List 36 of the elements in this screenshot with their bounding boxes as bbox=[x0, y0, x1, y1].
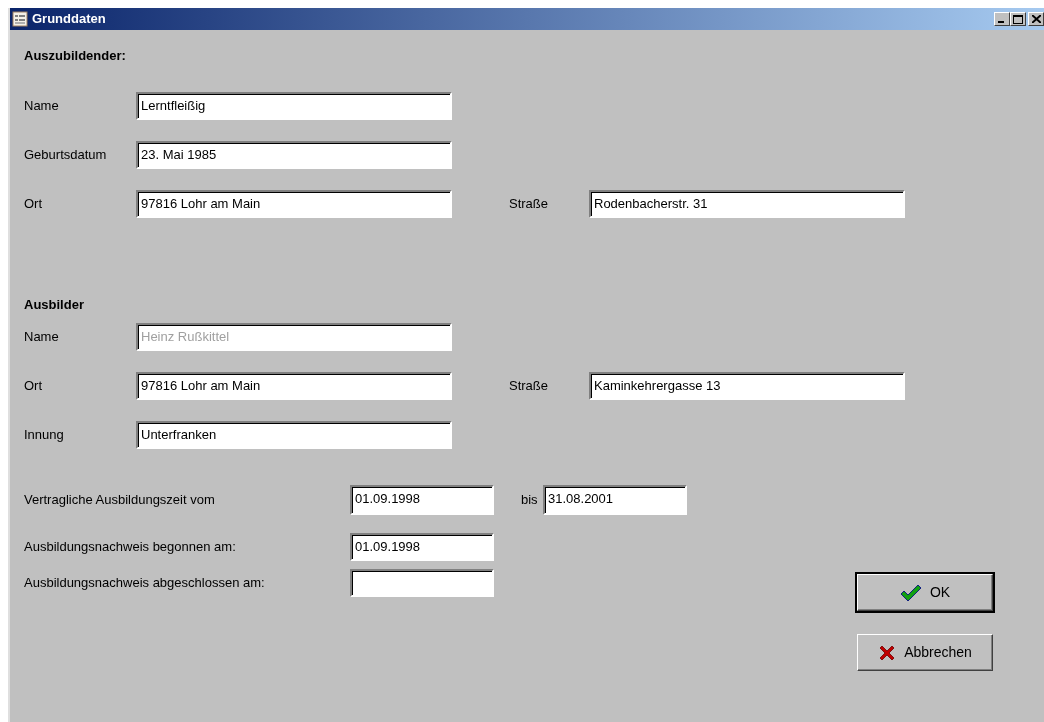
checkmark-icon bbox=[899, 583, 922, 602]
field-label: Straße bbox=[509, 377, 549, 396]
cancel-button[interactable]: Abbrechen bbox=[857, 634, 993, 671]
field-label: Ort bbox=[24, 195, 44, 214]
text-field[interactable]: 97816 Lohr am Main bbox=[136, 190, 452, 218]
date-field[interactable] bbox=[350, 569, 494, 597]
close-icon bbox=[1031, 15, 1041, 23]
close-button[interactable] bbox=[1028, 12, 1044, 26]
date-field[interactable]: 31.08.2001 bbox=[543, 485, 687, 515]
window-icon bbox=[12, 11, 28, 27]
window-title: Grunddaten bbox=[32, 10, 106, 29]
date-field[interactable]: 01.09.1998 bbox=[350, 533, 494, 561]
cross-icon bbox=[878, 643, 897, 662]
date-field[interactable]: 01.09.1998 bbox=[350, 485, 494, 515]
field-label: Name bbox=[24, 328, 60, 347]
field-label: Ort bbox=[24, 377, 44, 396]
text-field[interactable]: Kaminkehrergasse 13 bbox=[589, 372, 905, 400]
minimize-button[interactable] bbox=[994, 12, 1010, 26]
field-label: Innung bbox=[24, 426, 65, 445]
field-label: Geburtsdatum bbox=[24, 146, 108, 165]
text-field[interactable]: Rodenbacherstr. 31 bbox=[589, 190, 905, 218]
field-label: Vertragliche Ausbildungszeit vom bbox=[24, 491, 216, 510]
text-field[interactable]: 23. Mai 1985 bbox=[136, 141, 452, 169]
field-label: Ausbildungsnachweis abgeschlossen am: bbox=[24, 574, 266, 593]
section-heading: Ausbilder bbox=[24, 297, 85, 313]
ok-button[interactable]: OK bbox=[857, 574, 993, 611]
field-label: Name bbox=[24, 97, 60, 116]
field-label: Ausbildungsnachweis begonnen am: bbox=[24, 538, 237, 557]
maximize-icon bbox=[1013, 14, 1023, 24]
field-label: Straße bbox=[509, 195, 549, 214]
maximize-button[interactable] bbox=[1010, 12, 1026, 26]
section-heading: Auszubildender: bbox=[24, 48, 127, 64]
text-field[interactable]: 97816 Lohr am Main bbox=[136, 372, 452, 400]
field-label: bis bbox=[520, 491, 539, 510]
text-field[interactable]: Unterfranken bbox=[136, 421, 452, 449]
text-field[interactable]: Lerntfleißig bbox=[136, 92, 452, 120]
